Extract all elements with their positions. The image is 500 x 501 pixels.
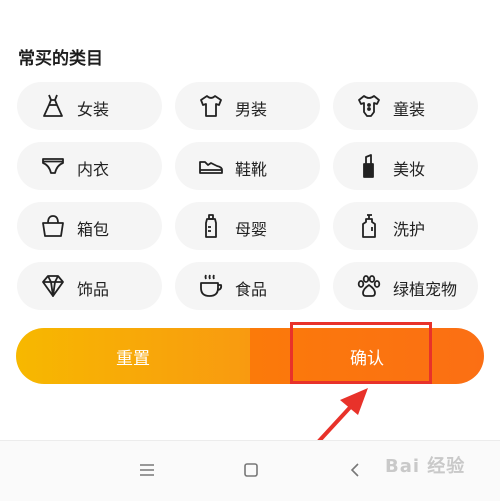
category-chip-bags[interactable]: 箱包 <box>17 202 162 250</box>
category-label: 美妆 <box>393 160 426 179</box>
section-title: 常买的类目 <box>18 49 103 69</box>
category-chip-mens[interactable]: 男装 <box>175 82 320 130</box>
category-label: 男装 <box>235 100 268 119</box>
category-label: 鞋靴 <box>235 160 268 179</box>
category-label: 内衣 <box>77 160 110 179</box>
handbag-icon <box>39 212 67 240</box>
category-label: 绿植宠物 <box>393 280 458 299</box>
category-chip-makeup[interactable]: 美妆 <box>333 142 478 190</box>
baby-clothes-icon <box>355 92 383 120</box>
shoe-icon <box>197 152 225 180</box>
category-chip-plants-pets[interactable]: 绿植宠物 <box>333 262 478 310</box>
lotion-bottle-icon <box>355 212 383 240</box>
menu-icon[interactable] <box>132 455 162 485</box>
category-chip-womens[interactable]: 女装 <box>17 82 162 130</box>
watermark: Bai 经验 <box>385 452 465 478</box>
paw-icon <box>355 272 383 300</box>
category-chip-underwear[interactable]: 内衣 <box>17 142 162 190</box>
category-chip-baby[interactable]: 母婴 <box>175 202 320 250</box>
annotation-arrow-icon <box>270 388 368 494</box>
category-label: 童装 <box>393 100 426 119</box>
tshirt-icon <box>197 92 225 120</box>
category-chip-care[interactable]: 洗护 <box>333 202 478 250</box>
category-label: 食品 <box>235 280 268 299</box>
category-label: 女装 <box>77 100 110 119</box>
back-chevron-icon[interactable] <box>340 455 370 485</box>
category-label: 饰品 <box>77 280 110 299</box>
underwear-icon <box>39 152 67 180</box>
category-label: 洗护 <box>393 220 426 239</box>
watermark-text: Bai 经验 <box>385 456 466 477</box>
reset-button[interactable]: 重置 <box>16 328 250 384</box>
home-square-icon[interactable] <box>236 455 266 485</box>
category-label: 箱包 <box>77 220 110 239</box>
dress-icon <box>39 92 67 120</box>
category-chip-shoes[interactable]: 鞋靴 <box>175 142 320 190</box>
highlight-annotation-box <box>290 322 432 384</box>
category-chip-food[interactable]: 食品 <box>175 262 320 310</box>
category-chip-kids[interactable]: 童装 <box>333 82 478 130</box>
diamond-icon <box>39 272 67 300</box>
category-chip-accessories[interactable]: 饰品 <box>17 262 162 310</box>
category-label: 母婴 <box>235 220 268 239</box>
baby-bottle-icon <box>197 212 225 240</box>
cup-icon <box>197 272 225 300</box>
lipstick-icon <box>355 152 383 180</box>
